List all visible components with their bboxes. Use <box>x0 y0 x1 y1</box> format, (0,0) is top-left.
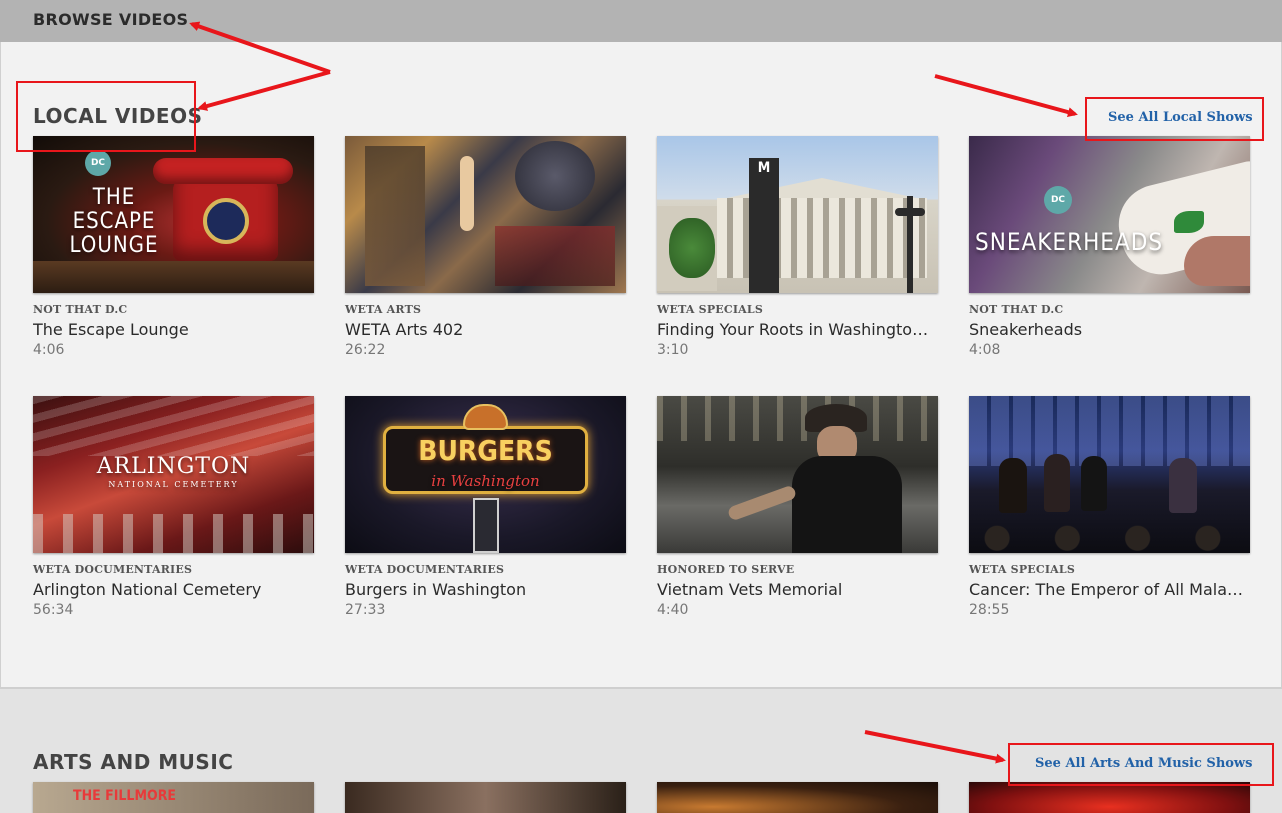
see-all-local-shows-link[interactable]: See All Local Shows <box>1108 110 1253 125</box>
video-category: WETA ARTS <box>345 303 422 316</box>
video-category: NOT THAT D.C <box>33 303 128 316</box>
video-title[interactable]: Vietnam Vets Memorial <box>657 580 938 599</box>
video-duration: 27:33 <box>345 602 386 618</box>
video-duration: 4:06 <box>33 342 65 358</box>
video-thumbnail[interactable]: BURGERS in Washington <box>345 396 626 553</box>
video-title[interactable]: Cancer: The Emperor of All Maladie... <box>969 580 1250 599</box>
video-thumbnail[interactable]: THE FILLMORE <box>33 782 314 813</box>
video-thumbnail[interactable] <box>969 396 1250 553</box>
video-category: WETA SPECIALS <box>969 563 1075 576</box>
browse-videos-bar: BROWSE VIDEOS <box>0 0 1282 42</box>
video-category: WETA DOCUMENTARIES <box>33 563 193 576</box>
thumbnail-subtitle-text: in Washington <box>431 472 540 490</box>
video-thumbnail[interactable]: DC SNEAKERHEADS <box>969 136 1250 293</box>
video-card[interactable]: HONORED TO SERVE Vietnam Vets Memorial 4… <box>657 396 938 618</box>
video-title[interactable]: Burgers in Washington <box>345 580 626 599</box>
thumbnail-title-text: SNEAKERHEADS <box>975 228 1164 256</box>
thumbnail-title-text: BURGERS <box>418 434 553 467</box>
video-category: NOT THAT D.C <box>969 303 1064 316</box>
video-card[interactable]: DC THE ESCAPE LOUNGE NOT THAT D.C The Es… <box>33 136 314 358</box>
thumbnail-title-text: THE ESCAPE LOUNGE <box>69 185 159 258</box>
thumbnail-title-text: ARLINGTON <box>96 454 251 479</box>
video-card[interactable]: WETA ARTS WETA Arts 402 26:22 <box>345 136 626 358</box>
dc-badge-icon: DC <box>1044 186 1072 214</box>
video-title[interactable]: WETA Arts 402 <box>345 320 626 339</box>
video-title[interactable]: The Escape Lounge <box>33 320 314 339</box>
video-category: HONORED TO SERVE <box>657 563 795 576</box>
video-duration: 4:08 <box>969 342 1001 358</box>
video-duration: 3:10 <box>657 342 689 358</box>
video-duration: 28:55 <box>969 602 1010 618</box>
video-thumbnail[interactable] <box>345 136 626 293</box>
video-card[interactable]: WETA SPECIALS Cancer: The Emperor of All… <box>969 396 1250 618</box>
thumbnail-subtitle-text: NATIONAL CEMETERY <box>108 480 239 489</box>
video-thumbnail[interactable]: M <box>657 136 938 293</box>
video-title[interactable]: Finding Your Roots in Washington: ... <box>657 320 938 339</box>
metro-sign-text: M <box>757 160 771 176</box>
video-thumbnail[interactable] <box>657 782 938 813</box>
see-all-arts-music-link[interactable]: See All Arts And Music Shows <box>1035 756 1252 771</box>
video-title[interactable]: Arlington National Cemetery <box>33 580 314 599</box>
thumbnail-title-text: THE FILLMORE <box>73 788 177 804</box>
video-thumbnail[interactable]: ARLINGTON NATIONAL CEMETERY <box>33 396 314 553</box>
page-title: BROWSE VIDEOS <box>33 10 189 29</box>
video-card[interactable]: DC SNEAKERHEADS NOT THAT D.C Sneakerhead… <box>969 136 1250 358</box>
video-duration: 4:40 <box>657 602 689 618</box>
video-title[interactable]: Sneakerheads <box>969 320 1250 339</box>
video-duration: 56:34 <box>33 602 74 618</box>
video-card[interactable]: ARLINGTON NATIONAL CEMETERY WETA DOCUMEN… <box>33 396 314 618</box>
video-category: WETA SPECIALS <box>657 303 763 316</box>
video-thumbnail[interactable]: DC THE ESCAPE LOUNGE <box>33 136 314 293</box>
arts-music-heading: ARTS AND MUSIC <box>33 750 234 774</box>
dc-badge-icon: DC <box>85 150 111 176</box>
video-thumbnail[interactable] <box>345 782 626 813</box>
video-thumbnail[interactable] <box>969 782 1250 813</box>
video-category: WETA DOCUMENTARIES <box>345 563 505 576</box>
video-thumbnail[interactable] <box>657 396 938 553</box>
video-card[interactable]: M WETA SPECIALS Finding Your Roots in Wa… <box>657 136 938 358</box>
local-videos-heading: LOCAL VIDEOS <box>33 104 203 128</box>
video-card[interactable]: BURGERS in Washington WETA DOCUMENTARIES… <box>345 396 626 618</box>
video-duration: 26:22 <box>345 342 386 358</box>
